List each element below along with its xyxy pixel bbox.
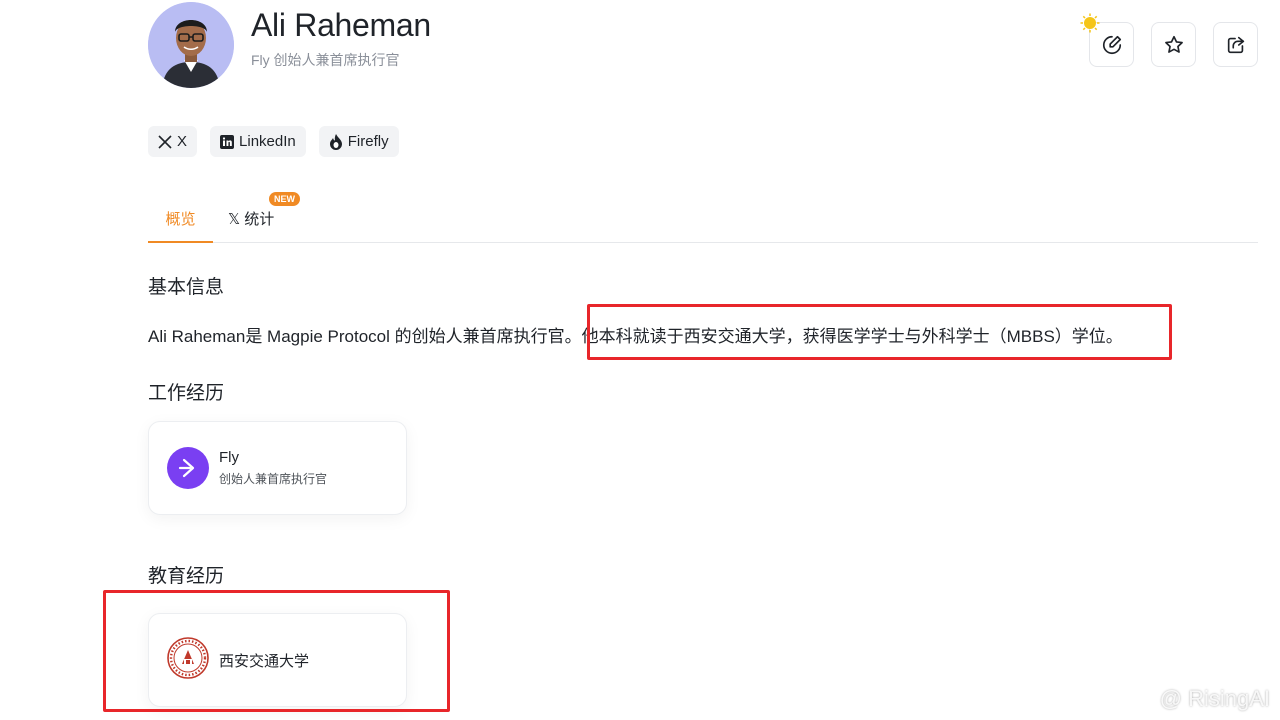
avatar: [148, 2, 234, 88]
highlight-box-bio: [587, 304, 1172, 360]
tab-x-stats-label: 统计: [244, 211, 275, 228]
watermark-logo-icon: [1128, 691, 1153, 707]
favorite-button[interactable]: [1151, 22, 1196, 67]
section-education-title: 教育经历: [148, 566, 225, 587]
social-linkedin-link[interactable]: LinkedIn: [210, 126, 306, 157]
firefly-icon: [329, 133, 343, 150]
social-links: X LinkedIn Firefly: [148, 126, 399, 157]
watermark-text: @ RisingAI: [1159, 686, 1270, 711]
social-x-link[interactable]: X: [148, 126, 198, 157]
star-icon: [1164, 35, 1183, 53]
tab-bar: 概览 𝕏 统计 NEW: [148, 192, 1258, 243]
social-x-label: X: [177, 133, 188, 150]
edit-icon: [1102, 35, 1121, 54]
bio-part-1: Ali Raheman是 Magpie Protocol 的创始人兼首席执行官。: [148, 327, 582, 346]
share-icon: [1227, 36, 1244, 53]
action-buttons: [1080, 13, 1258, 67]
tab-overview[interactable]: 概览: [148, 208, 213, 243]
name-block: Ali Raheman Fly 创始人兼首席执行官: [251, 7, 431, 70]
work-company: Fly: [219, 449, 239, 466]
social-firefly-link[interactable]: Firefly: [318, 126, 399, 157]
section-basic-info-title: 基本信息: [148, 277, 225, 298]
profile-name: Ali Raheman: [251, 6, 431, 43]
share-button[interactable]: [1213, 22, 1258, 67]
x-icon: [158, 134, 172, 149]
profile-subtitle: Fly 创始人兼首席执行官: [251, 51, 400, 68]
edit-button[interactable]: [1080, 13, 1134, 67]
work-card-text: Fly 创始人兼首席执行官: [219, 449, 327, 487]
social-firefly-label: Firefly: [347, 133, 389, 150]
tab-x-stats[interactable]: 𝕏 统计: [228, 208, 274, 243]
new-badge: NEW: [269, 192, 300, 206]
x-stats-icon: 𝕏: [228, 211, 241, 228]
work-role: 创始人兼首席执行官: [219, 472, 328, 486]
highlight-box-education: [103, 590, 450, 712]
fly-logo-icon: [167, 447, 209, 489]
linkedin-icon: [220, 134, 235, 149]
work-card[interactable]: Fly 创始人兼首席执行官: [148, 421, 407, 515]
sun-badge-icon: [1080, 13, 1100, 33]
profile-header: Ali Raheman Fly 创始人兼首席执行官: [148, 2, 431, 88]
watermark: @ RisingAI: [1128, 686, 1270, 712]
section-work-title: 工作经历: [148, 383, 225, 404]
social-linkedin-label: LinkedIn: [239, 133, 296, 150]
